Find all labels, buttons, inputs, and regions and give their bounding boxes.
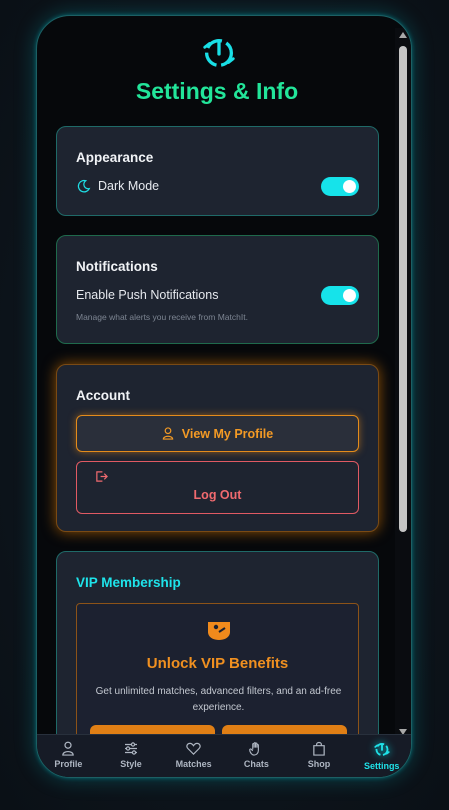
vip-headline: Unlock VIP Benefits [146, 655, 289, 672]
user-icon [162, 427, 174, 440]
nav-label: Profile [54, 759, 83, 769]
shopping-bag-icon [313, 741, 325, 756]
settings-scroll-area[interactable]: Settings & Info Appearance Dark Mode Not… [37, 16, 397, 734]
nav-item-style[interactable]: Style [100, 735, 163, 777]
toggle-knob [343, 180, 356, 193]
dark-mode-toggle[interactable] [321, 177, 359, 196]
view-profile-label: View My Profile [181, 426, 274, 441]
nav-item-shop[interactable]: Shop [288, 735, 351, 777]
user-icon [62, 741, 75, 756]
nav-item-profile[interactable]: Profile [37, 735, 100, 777]
logout-button[interactable]: Log Out [76, 461, 359, 514]
account-card: Account View My Profile Log Out [56, 364, 379, 532]
push-notifications-label: Enable Push Notifications [76, 288, 219, 302]
nav-item-chats[interactable]: Chats [225, 735, 288, 777]
nav-label: Shop [307, 759, 331, 769]
toggle-knob [343, 289, 356, 302]
app-logo-icon [203, 38, 235, 68]
scroll-up-arrow-icon[interactable] [399, 32, 407, 38]
settings-power-icon [374, 743, 390, 756]
view-profile-button[interactable]: View My Profile [76, 415, 359, 452]
push-notifications-toggle[interactable] [321, 286, 359, 305]
nav-item-settings[interactable]: Settings [350, 735, 411, 777]
dark-mode-label: Dark Mode [98, 179, 160, 193]
nav-label: Style [120, 759, 142, 769]
notifications-help-text: Manage what alerts you receive from Matc… [76, 312, 248, 322]
nav-label: Settings [363, 761, 400, 771]
scrollbar[interactable] [395, 28, 411, 735]
logout-icon [96, 471, 108, 482]
heart-icon [186, 742, 201, 755]
vip-card: VIP Membership Unlock VIP Benefits Get u… [56, 551, 379, 734]
scroll-thumb[interactable] [399, 46, 407, 532]
vip-badge-icon [208, 622, 230, 640]
logout-label: Log Out [193, 488, 242, 502]
page-title: Settings & Info [135, 78, 299, 104]
notifications-card: Notifications Enable Push Notifications … [56, 235, 379, 344]
nav-item-matches[interactable]: Matches [162, 735, 225, 777]
vip-option-button[interactable] [90, 725, 215, 734]
phone-frame: Settings & Info Appearance Dark Mode Not… [36, 15, 412, 778]
vip-promo-box: Unlock VIP Benefits Get unlimited matche… [76, 603, 359, 734]
bottom-nav: Profile Style Matches Chats Shop Setting… [37, 734, 411, 777]
nav-label: Chats [243, 759, 269, 769]
vip-title: VIP Membership [76, 575, 181, 590]
notifications-title: Notifications [76, 259, 158, 274]
hand-icon [249, 742, 259, 756]
appearance-card: Appearance Dark Mode [56, 126, 379, 216]
moon-icon [77, 179, 91, 193]
nav-label: Matches [175, 759, 212, 769]
account-title: Account [76, 388, 130, 403]
sliders-icon [125, 742, 137, 755]
vip-option-button[interactable] [222, 725, 347, 734]
appearance-title: Appearance [76, 150, 154, 165]
vip-description: Get unlimited matches, advanced filters,… [95, 686, 342, 713]
